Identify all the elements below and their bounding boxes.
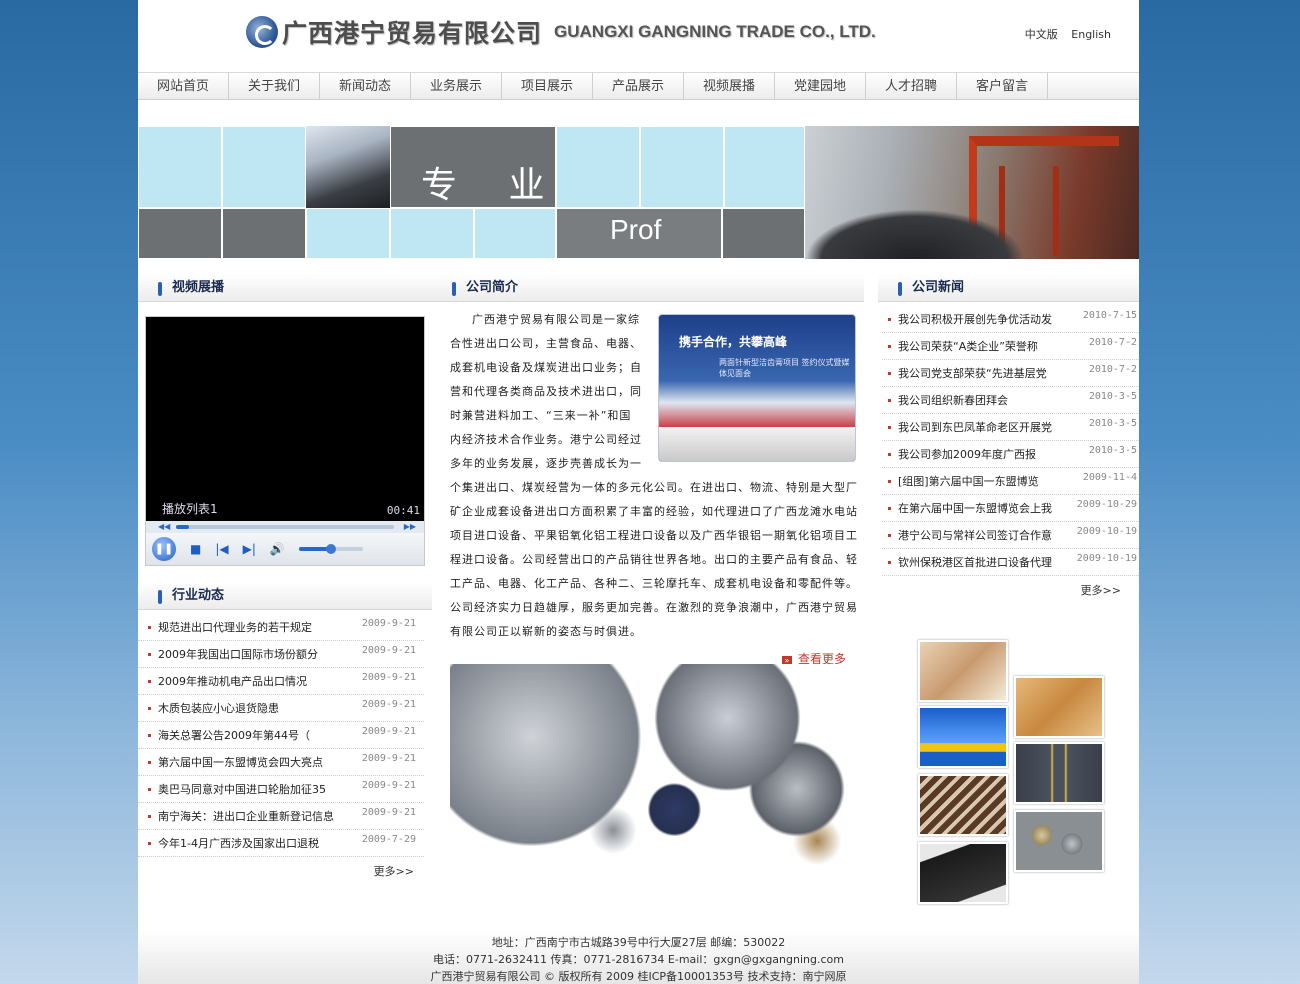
nav-videos[interactable]: 视频展播	[684, 73, 775, 100]
volume-slider[interactable]	[298, 544, 363, 554]
thumb-briefcase	[918, 842, 1008, 904]
company-name-cn: 广西港宁贸易有限公司	[282, 19, 543, 48]
pause-button[interactable]: ❚❚	[152, 537, 176, 561]
banner-slogan-cn: 专 业	[421, 165, 565, 206]
volume-icon[interactable]: 🔊	[270, 542, 285, 556]
company-name-en: GUANGXI GANGNING TRADE CO., LTD.	[554, 22, 876, 41]
lang-chinese-link[interactable]: 中文版	[1025, 28, 1058, 41]
thumb-pen-document	[918, 640, 1008, 702]
nav-home[interactable]: 网站首页	[138, 73, 229, 100]
list-item[interactable]: 港宁公司与常祥公司签订合作意 2009-10-19	[882, 522, 1139, 549]
thumb-road-sign	[918, 706, 1008, 768]
photo-gallery	[916, 638, 1112, 910]
main-nav: 网站首页 关于我们 新闻动态 业务展示 项目展示 产品展示 视频展播 党建园地 …	[138, 72, 1139, 100]
footer: 地址：广西南宁市古城路39号中行大厦27层 邮编：530022 电话：0771-…	[138, 930, 1139, 984]
banner: 专 业 Prof	[138, 126, 1139, 259]
footer-address: 地址：广西南宁市古城路39号中行大厦27层 邮编：530022	[491, 936, 786, 949]
list-item[interactable]: 海关总署公告2009年第44号（ 2009-9-21	[138, 722, 424, 749]
port-crane-photo	[805, 126, 1139, 259]
company-news-more-link[interactable]: 更多>>	[878, 582, 1139, 598]
company-news-section: 公司新闻 我公司积极开展创先争优活动发 2010-7-15 我公司荣获“A类企业”…	[878, 274, 1139, 598]
list-item[interactable]: 我公司到东巴凤革命老区开展党 2010-3-5	[882, 414, 1139, 441]
company-intro-title: 公司简介	[432, 274, 864, 302]
list-item[interactable]: 我公司参加2009年度广西报 2010-3-5	[882, 441, 1139, 468]
footer-contact: 电话：0771-2632411 传真：0771-2816734 E-mail：g…	[433, 953, 844, 966]
video-player[interactable]: 播放列表1 00:41 ◀◀ ▶▶ ❚❚ ■ |◀ ▶| 🔊	[145, 316, 425, 566]
header: 广西港宁贸易有限公司 GUANGXI GANGNING TRADE CO., L…	[138, 0, 1139, 72]
nav-business[interactable]: 业务展示	[411, 73, 502, 100]
thumb-road	[1014, 742, 1104, 804]
nav-products[interactable]: 产品展示	[593, 73, 684, 100]
industry-more-link[interactable]: 更多>>	[138, 863, 432, 879]
industry-news-section: 行业动态 规范进出口代理业务的若干规定 2009-9-21 2009年我国出口国际…	[138, 582, 432, 879]
fast-forward-icon[interactable]: ▶▶	[404, 522, 416, 531]
industry-news-list: 规范进出口代理业务的若干规定 2009-9-21 2009年我国出口国际市场份额分…	[138, 614, 424, 857]
list-item[interactable]: 在第六届中国一东盟博览会上我 2009-10-29	[882, 495, 1139, 522]
banner-slogan-en: Prof	[610, 214, 662, 245]
footer-copyright: 广西港宁贸易有限公司 © 版权所有 2009 桂ICP备10001353号 技术…	[430, 970, 847, 983]
seek-progress	[176, 525, 190, 529]
nav-guestbook[interactable]: 客户留言	[957, 73, 1048, 100]
list-item[interactable]: 我公司组织新春团拜会 2010-3-5	[882, 387, 1139, 414]
thumb-abacus	[918, 774, 1008, 836]
list-item[interactable]: 我公司党支部荣获“先进基层党 2010-7-2	[882, 360, 1139, 387]
nav-news[interactable]: 新闻动态	[320, 73, 411, 100]
lang-english-link[interactable]: English	[1071, 28, 1111, 41]
volume-knob[interactable]	[325, 544, 336, 554]
player-controls: ❚❚ ■ |◀ ▶| 🔊	[146, 533, 424, 565]
playlist-label[interactable]: 播放列表1	[162, 500, 218, 517]
list-item[interactable]: 第六届中国一东盟博览会四大亮点 2009-9-21	[138, 749, 424, 776]
stop-icon[interactable]: ■	[190, 542, 201, 556]
list-item[interactable]: 今年1-4月广西涉及国家出口退税 2009-7-29	[138, 830, 424, 857]
video-section-title: 视频展播	[138, 274, 432, 302]
rewind-icon[interactable]: ◀◀	[158, 522, 170, 531]
video-section: 视频展播 播放列表1 00:41 ◀◀ ▶▶ ❚❚ ■ |◀ ▶| 🔊	[138, 274, 432, 566]
list-item[interactable]: 我公司积极开展创先争优活动发 2010-7-15	[882, 306, 1139, 333]
list-item[interactable]: 规范进出口代理业务的若干规定 2009-9-21	[138, 614, 424, 641]
list-item[interactable]: 奥巴马同意对中国进口轮胎加征35 2009-9-21	[138, 776, 424, 803]
signing-ceremony-photo: 携手合作，共攀高峰 两面针新型洁齿膏项目 签约仪式暨媒体见面会	[658, 314, 856, 462]
list-item[interactable]: [组图]第六届中国一东盟博览 2009-11-4	[882, 468, 1139, 495]
page: 广西港宁贸易有限公司 GUANGXI GANGNING TRADE CO., L…	[138, 0, 1139, 984]
nav-party[interactable]: 党建园地	[775, 73, 866, 100]
video-time: 00:41	[386, 504, 420, 517]
list-item[interactable]: 南宁海关：进出口企业重新登记信息 2009-9-21	[138, 803, 424, 830]
industry-news-title: 行业动态	[138, 582, 432, 610]
company-news-title: 公司新闻	[878, 274, 1139, 302]
nav-careers[interactable]: 人才招聘	[866, 73, 957, 100]
company-intro-section: 公司简介 携手合作，共攀高峰 两面针新型洁齿膏项目 签约仪式暨媒体见面会 广西港…	[432, 274, 864, 667]
thumb-map-sydney	[1014, 676, 1104, 738]
logo-icon	[246, 16, 278, 48]
list-item[interactable]: 2009年我国出口国际市场份额分 2009-9-21	[138, 641, 424, 668]
seek-bar[interactable]: ◀◀ ▶▶	[146, 521, 424, 533]
list-item[interactable]: 2009年推动机电产品出口情况 2009-9-21	[138, 668, 424, 695]
video-screen[interactable]: 播放列表1 00:41	[146, 317, 424, 521]
bearings-products-image	[450, 664, 858, 872]
list-item[interactable]: 钦州保税港区首批进口设备代理 2009-10-19	[882, 549, 1139, 576]
nav-about[interactable]: 关于我们	[229, 73, 320, 100]
previous-icon[interactable]: |◀	[215, 542, 228, 556]
coal-photo	[306, 126, 390, 208]
next-icon[interactable]: ▶|	[243, 542, 256, 556]
language-switch: 中文版 English	[1015, 26, 1111, 42]
nav-projects[interactable]: 项目展示	[502, 73, 593, 100]
company-logo[interactable]: 广西港宁贸易有限公司 GUANGXI GANGNING TRADE CO., L…	[246, 14, 876, 50]
list-item[interactable]: 我公司荣获“A类企业”荣誉称 2010-7-2	[882, 333, 1139, 360]
company-news-list: 我公司积极开展创先争优活动发 2010-7-15 我公司荣获“A类企业”荣誉称 20…	[882, 306, 1139, 576]
thumb-coins	[1014, 810, 1104, 872]
list-item[interactable]: 木质包装应小心退货隐患 2009-9-21	[138, 695, 424, 722]
